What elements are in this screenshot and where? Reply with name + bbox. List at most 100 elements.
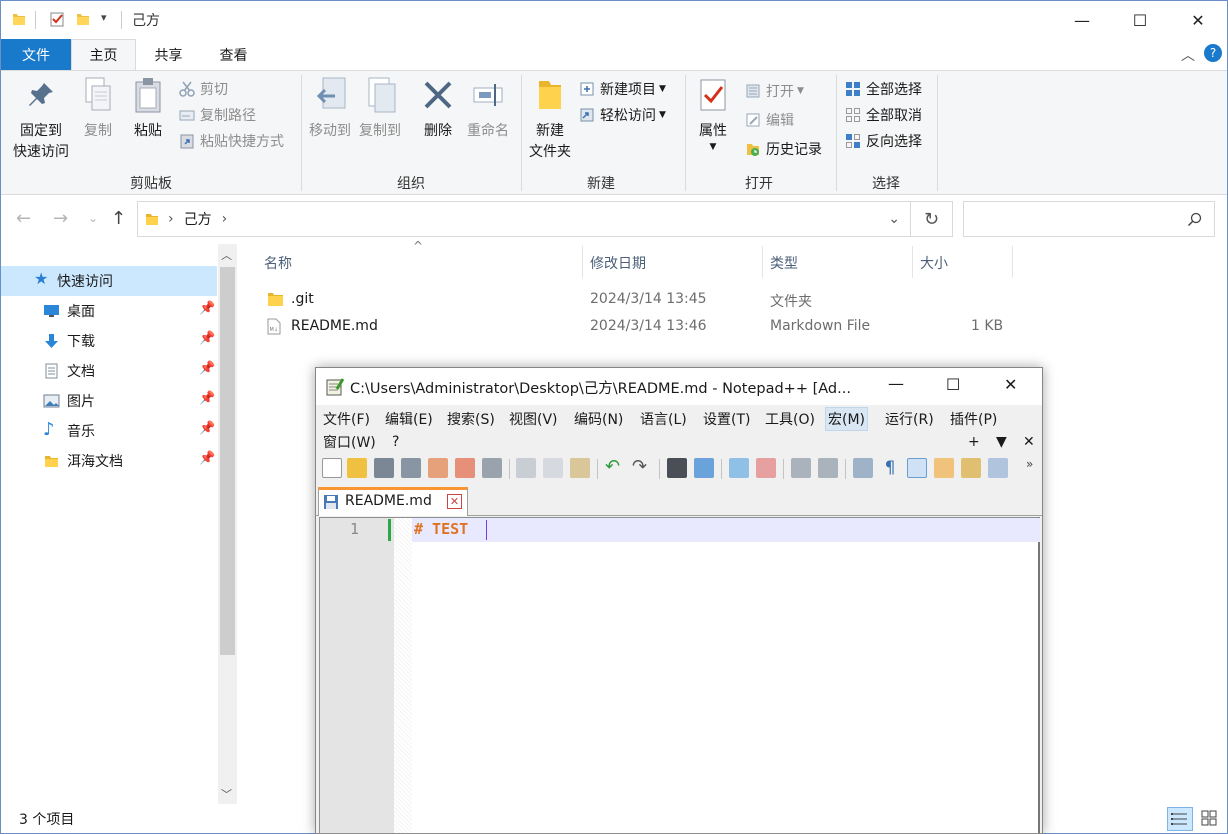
folder-as-workspace-icon[interactable] [988, 458, 1008, 478]
recent-locations-chevron-down-icon[interactable]: ⌄ [88, 211, 98, 225]
save-all-icon[interactable] [401, 458, 421, 478]
address-bar[interactable]: › 己方 › ⌄ [137, 201, 911, 237]
invert-selection-button[interactable]: 反向选择 [845, 129, 922, 153]
editor-line-1[interactable]: # TEST [414, 520, 468, 538]
menu-language[interactable]: 语言(L) [638, 407, 689, 431]
word-wrap-icon[interactable] [853, 458, 873, 478]
nav-item-documents[interactable]: 文档 📌 [1, 356, 217, 386]
file-row-git[interactable]: .git 2024/3/14 13:45 文件夹 [263, 287, 1013, 313]
column-divider[interactable] [582, 246, 583, 278]
nav-item-downloads[interactable]: 下载 📌 [1, 326, 217, 356]
pin-icon[interactable]: 📌 [199, 421, 215, 436]
menu-file[interactable]: 文件(F) [321, 407, 372, 431]
paste-shortcut-button[interactable]: 粘贴快捷方式 [179, 129, 284, 153]
menu-view[interactable]: 视图(V) [507, 407, 560, 431]
pin-icon[interactable]: 📌 [199, 451, 215, 466]
cut-button[interactable]: 剪切 [179, 77, 228, 101]
nav-item-pictures[interactable]: 图片 📌 [1, 386, 217, 416]
find-icon[interactable] [667, 458, 687, 478]
copy-path-button[interactable]: 复制路径 [179, 103, 256, 127]
add-tab-plus-icon[interactable]: + [966, 430, 982, 454]
tab-share[interactable]: 共享 [136, 39, 201, 70]
breadcrumb-chevron-icon[interactable]: › [222, 211, 228, 227]
menu-help[interactable]: ? [390, 430, 401, 454]
tab-file[interactable]: 文件 [1, 39, 71, 70]
paste-icon[interactable] [570, 458, 590, 478]
show-all-chars-icon[interactable]: ¶ [880, 458, 900, 478]
history-button[interactable]: 历史记录 [745, 137, 822, 161]
notepadpp-close-button[interactable]: ✕ [1004, 375, 1017, 394]
notepadpp-minimize-button[interactable]: — [888, 374, 904, 393]
up-arrow-icon[interactable]: ↑ [111, 208, 126, 229]
menu-settings[interactable]: 设置(T) [701, 407, 752, 431]
new-item-button[interactable]: 新建项目 ▼ [579, 77, 666, 101]
tab-home[interactable]: 主页 [71, 39, 136, 71]
close-all-icon[interactable] [455, 458, 475, 478]
pin-icon[interactable]: 📌 [199, 391, 215, 406]
properties-button[interactable]: 属性 ▼ [691, 75, 735, 152]
toolbar-overflow-icon[interactable]: » [1026, 457, 1033, 471]
pin-icon[interactable]: 📌 [199, 361, 215, 376]
refresh-icon[interactable]: ↻ [911, 201, 953, 237]
easy-access-button[interactable]: 轻松访问 ▼ [579, 103, 666, 127]
zoom-out-icon[interactable] [756, 458, 776, 478]
maximize-button[interactable]: ☐ [1111, 1, 1169, 39]
cut-icon[interactable] [516, 458, 536, 478]
notepadpp-editor[interactable]: 1 # TEST [319, 517, 1040, 834]
menu-search[interactable]: 搜索(S) [445, 407, 497, 431]
help-icon[interactable]: ? [1204, 44, 1222, 62]
edit-button[interactable]: 编辑 [745, 108, 794, 132]
function-list-icon[interactable] [961, 458, 981, 478]
notepadpp-maximize-button[interactable]: ☐ [946, 375, 960, 394]
open-file-icon[interactable] [347, 458, 367, 478]
column-header-type[interactable]: 类型 [770, 253, 798, 273]
scroll-up-chevron-icon[interactable]: ︿ [221, 247, 232, 263]
pin-icon[interactable]: 📌 [199, 301, 215, 316]
close-doc-x-icon[interactable]: ✕ [1021, 430, 1037, 454]
select-none-button[interactable]: 全部取消 [845, 103, 922, 127]
close-file-icon[interactable] [428, 458, 448, 478]
print-icon[interactable] [482, 458, 502, 478]
paste-button[interactable]: 粘贴 [127, 75, 169, 142]
collapse-ribbon-chevron-up-icon[interactable]: ︿ [1181, 45, 1195, 65]
properties-icon[interactable] [49, 11, 65, 27]
file-row-readme[interactable]: M↓ README.md 2024/3/14 13:46 Markdown Fi… [263, 314, 1013, 340]
tab-list-down-icon[interactable]: ▼ [994, 430, 1009, 454]
nav-scrollbar-thumb[interactable] [220, 267, 235, 655]
redo-icon[interactable]: ↷ [632, 458, 652, 478]
new-folder-button[interactable]: 新建 文件夹 [525, 75, 575, 163]
sync-vertical-icon[interactable] [791, 458, 811, 478]
pin-to-quick-access-button[interactable]: 固定到 快速访问 [7, 75, 75, 163]
column-header-name[interactable]: 名称 [264, 253, 292, 273]
menu-window[interactable]: 窗口(W) [321, 430, 378, 454]
save-icon[interactable] [374, 458, 394, 478]
pin-icon[interactable]: 📌 [199, 331, 215, 346]
large-icons-view-icon[interactable] [1197, 807, 1223, 831]
address-history-chevron-down-icon[interactable]: ⌄ [888, 211, 900, 227]
column-divider[interactable] [762, 246, 763, 278]
replace-icon[interactable] [694, 458, 714, 478]
forward-arrow-icon[interactable]: → [53, 208, 68, 229]
delete-button[interactable]: 删除 [417, 75, 459, 142]
back-arrow-icon[interactable]: ← [16, 208, 31, 229]
nav-item-erhai-docs[interactable]: 洱海文档 📌 [1, 446, 217, 476]
scroll-down-chevron-icon[interactable]: ﹀ [221, 786, 232, 802]
tab-readme[interactable]: README.md ✕ [318, 487, 468, 516]
copy-button[interactable]: 复制 [77, 75, 119, 142]
indent-guide-icon[interactable] [907, 458, 927, 478]
column-header-size[interactable]: 大小 [920, 253, 948, 273]
search-input[interactable] [963, 201, 1215, 237]
select-all-button[interactable]: 全部选择 [845, 77, 922, 101]
menu-macro[interactable]: 宏(M) [825, 407, 869, 431]
menu-plugins[interactable]: 插件(P) [948, 407, 999, 431]
minimize-button[interactable]: — [1053, 1, 1111, 39]
nav-item-music[interactable]: ♪ 音乐 📌 [1, 416, 217, 446]
copy-to-button[interactable]: 复制到 [356, 75, 404, 142]
nav-quick-access[interactable]: ★ 快速访问 [1, 266, 217, 296]
nav-item-desktop[interactable]: 桌面 📌 [1, 296, 217, 326]
tab-view[interactable]: 查看 [201, 39, 266, 70]
breadcrumb-chevron-icon[interactable]: › [168, 211, 174, 227]
column-divider[interactable] [1012, 246, 1013, 278]
move-to-button[interactable]: 移动到 [306, 75, 354, 142]
new-file-icon[interactable] [322, 458, 342, 478]
